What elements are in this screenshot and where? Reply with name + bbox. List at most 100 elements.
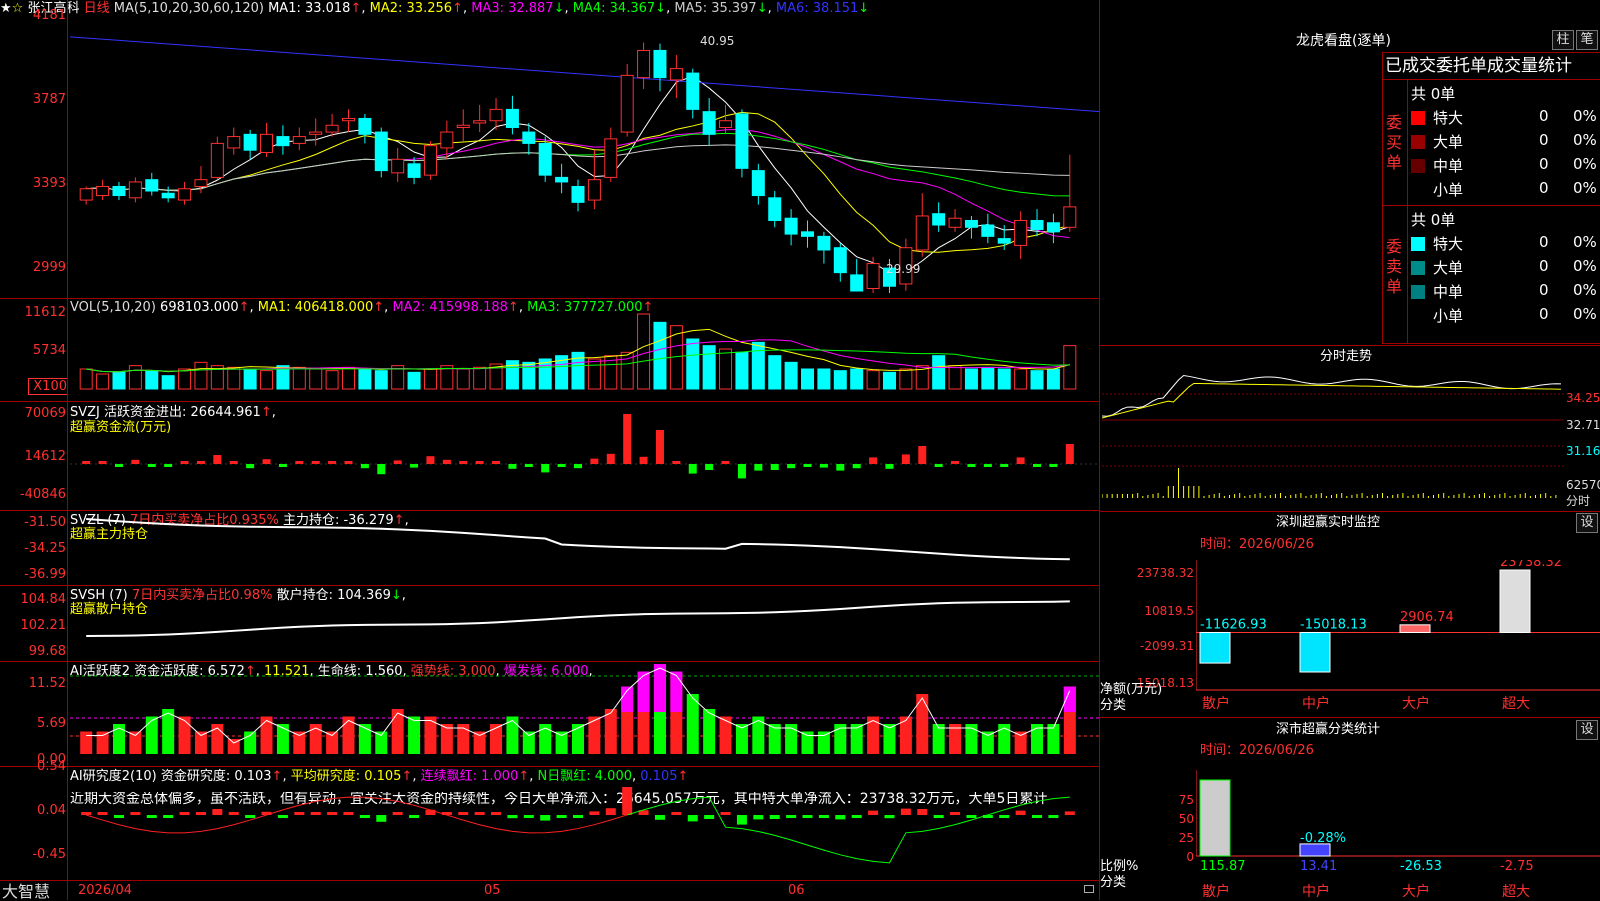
svzj-bar (1000, 464, 1009, 467)
ma2-value: MA2: 33.256 (369, 1, 453, 16)
ai-research-panel[interactable]: AI研究度2(10) 资金研究度: 0.103↑, 平均研究度: 0.105↑,… (0, 759, 1100, 879)
bar-view-button[interactable]: 柱 (1552, 30, 1574, 50)
volume-bar (1014, 368, 1028, 390)
sz-settings-button[interactable]: 设 (1576, 513, 1598, 533)
ai2-bar (212, 809, 223, 815)
price-panel[interactable]: ★☆ 张江高科 日线 MA(5,10,20,30,60,120) MA1: 33… (0, 0, 1100, 296)
ai1-bar (391, 709, 404, 754)
candle-body (522, 131, 536, 144)
ai1-bar (96, 731, 109, 754)
cls-ylabel: 比例% (1100, 859, 1139, 874)
ai-activity-panel[interactable]: AI活跃度2 资金活跃度: 6.572↑, 11.521, 生命线: 1.560… (0, 662, 1100, 767)
sell-swatch (1411, 261, 1425, 275)
ai2-bar (736, 815, 747, 825)
candle-body (227, 136, 241, 149)
sz-bar-label: -11626.93 (1200, 617, 1267, 632)
ai2-bar (97, 812, 108, 815)
intraday-axis-1: 34.25 (1566, 391, 1600, 405)
period-label[interactable]: 日线 (84, 1, 110, 16)
ai2-bar (195, 812, 206, 815)
ai1-bar (555, 731, 568, 754)
volume-bar (145, 370, 159, 390)
svzj-bar (246, 464, 255, 469)
ai2-bar (720, 812, 731, 815)
cls-bar-label: 115.87 (1200, 859, 1246, 874)
sell-label: 委卖单 (1386, 237, 1403, 296)
price-chart[interactable] (70, 18, 1100, 296)
svzl-line (86, 518, 1070, 561)
volume-bar (473, 366, 487, 390)
svzj-bar (1016, 457, 1025, 464)
svzj-bar (590, 458, 599, 464)
svzj-bar (475, 461, 484, 464)
volume-bar (817, 368, 831, 390)
svzj-bar (574, 464, 582, 469)
sell-total: 共 0单 (1411, 211, 1456, 229)
ai2-bar (343, 812, 354, 815)
svzj-bar (442, 459, 451, 464)
svzj-bar (983, 464, 992, 467)
svzj-bar (918, 446, 927, 464)
volume-chart (79, 313, 1077, 390)
candle-body (292, 136, 306, 144)
date-label-3: 06 (788, 883, 805, 898)
ai2-bar (950, 812, 961, 815)
intraday-axis-2: 32.71 (1566, 418, 1600, 432)
volume-bar (161, 375, 175, 390)
tick-view-button[interactable]: 笔 (1576, 30, 1598, 50)
candle-body (309, 131, 323, 135)
ai-research-chart (81, 787, 1075, 864)
svzj-bar (360, 464, 369, 469)
sz-monitor-chart: -11626.93 散户 -15018.13 中户 2906.74 大户 23738.32 超… (1196, 560, 1600, 712)
candle-body (751, 170, 765, 197)
svzj-bar (131, 459, 140, 464)
sz-category-label: 大户 (1402, 695, 1430, 712)
ai2-bar (1032, 815, 1043, 818)
candle-body (161, 192, 175, 199)
ai2-bar (753, 815, 764, 820)
ai2-bar (359, 815, 370, 818)
ai2-bar (163, 815, 174, 818)
svzj-bar (623, 414, 632, 464)
svzl-axis-3: -36.99 (24, 567, 66, 582)
volume-bar (981, 366, 995, 390)
candle-body (128, 181, 142, 199)
ai2-bar (589, 811, 600, 815)
candle-body (948, 217, 962, 228)
svzj-bar (229, 461, 238, 464)
ai2-bar (81, 812, 92, 815)
lock-icon[interactable] (1084, 885, 1094, 893)
candle-body (440, 131, 454, 149)
cls-settings-button[interactable]: 设 (1576, 720, 1598, 740)
candle-body (489, 108, 503, 122)
candle-body (210, 142, 224, 178)
ai1-bar (981, 731, 994, 754)
intraday-chart[interactable] (1102, 366, 1564, 510)
sell-row-name: 特大 (1433, 235, 1464, 253)
svsh-panel[interactable]: SVSH (7) 7日内买卖净占比0.98% 散户持仓: 104.369↓, 超… (0, 586, 1100, 660)
svzj-bar (541, 464, 550, 473)
sz-axis-2: 10819.5 (1144, 604, 1194, 618)
svzj-panel[interactable]: SVZJ 活跃资金进出: 26644.961↑, 超赢资金流(万元) 70069… (0, 402, 1100, 510)
svzj-bar (1065, 444, 1074, 464)
sell-row-name: 小单 (1433, 307, 1464, 325)
candle-body (391, 158, 405, 174)
volume-bar (178, 368, 192, 390)
svzl-panel[interactable]: SVZL (7) 7日内买卖净占比0.935% 主力持仓: -36.279↑, … (0, 511, 1100, 585)
ai2-bar (179, 812, 190, 815)
svzj-bar (951, 461, 960, 464)
price-axis-1: 4181 (32, 8, 66, 23)
candle-body (735, 113, 749, 169)
svzj-bar (885, 464, 894, 469)
volume-bar (358, 368, 372, 390)
ai2-bar (573, 815, 583, 818)
sell-row-n: 0 (1539, 233, 1549, 251)
ai2-axis-1: 0.54 (37, 759, 66, 774)
svzj-bar (606, 453, 615, 464)
price-axis-3: 3393 (32, 176, 66, 191)
volume-bar (637, 313, 651, 390)
ai2-bar (884, 815, 895, 819)
volume-panel[interactable]: VOL(5,10,20) 698103.000↑, MA1: 406418.00… (0, 299, 1100, 401)
volume-bar (407, 371, 421, 390)
ai2-bar (786, 815, 797, 818)
